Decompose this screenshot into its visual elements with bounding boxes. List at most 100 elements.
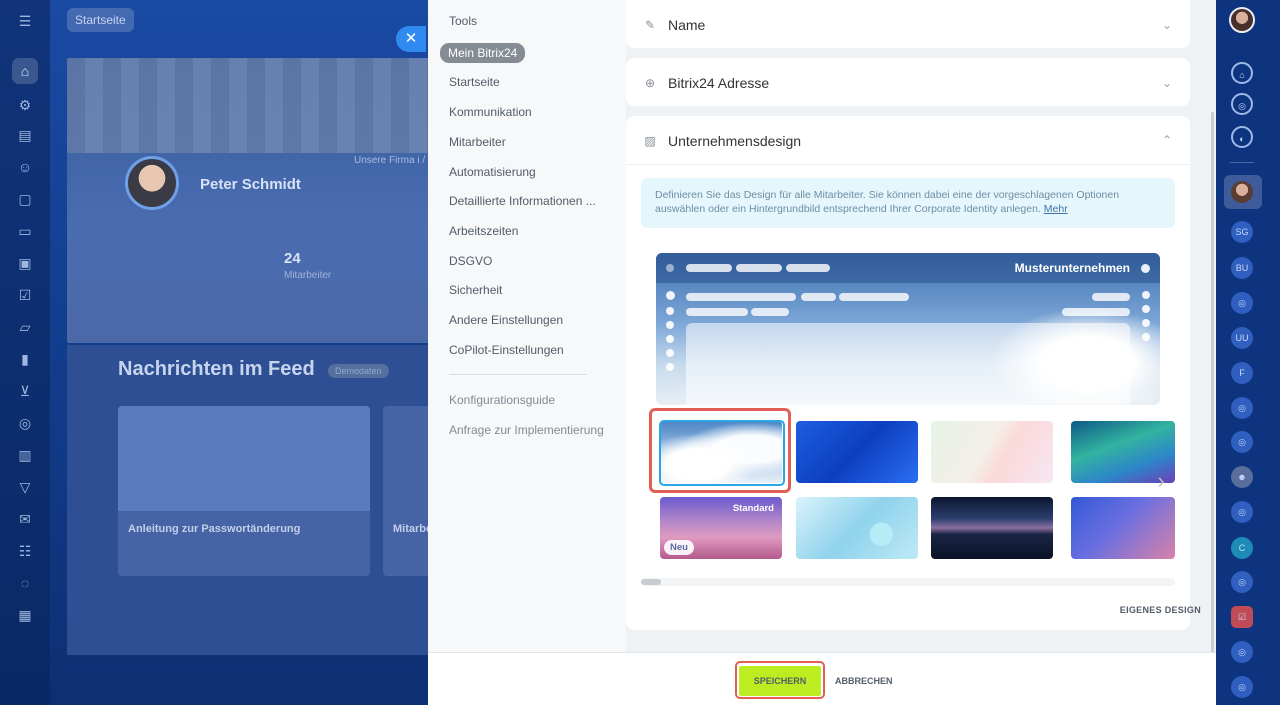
feed-title: Nachrichten im Feed <box>118 358 315 380</box>
menu-icon <box>666 264 674 272</box>
chevron-down-icon[interactable]: ⌄ <box>1162 76 1172 90</box>
nav-item-konfigurationsguide[interactable]: Konfigurationsguide <box>449 393 555 407</box>
design-option-pastel[interactable] <box>931 421 1053 483</box>
design-info-box: Definieren Sie das Design für alle Mitar… <box>641 178 1175 228</box>
user-avatar[interactable] <box>1229 7 1255 33</box>
group-icon[interactable]: ☷ <box>16 542 34 560</box>
bot-icon[interactable]: ☻ <box>1231 466 1253 488</box>
chat-group-icon[interactable]: ◎ <box>1231 397 1253 419</box>
preview-title: Musterunternehmen <box>1014 261 1130 275</box>
design-option-gradient[interactable] <box>1071 497 1175 559</box>
chat-avatar[interactable]: BU <box>1231 257 1253 279</box>
breadcrumb-home[interactable]: Startseite <box>67 8 134 32</box>
feed-tile-title: Anleitung zur Passwortänderung <box>128 523 301 535</box>
cart-icon[interactable]: ⊻ <box>16 382 34 400</box>
chat-group-icon[interactable]: ◎ <box>1231 676 1253 698</box>
nav-item-mein-bitrix24[interactable]: Mein Bitrix24 <box>440 43 526 63</box>
mail-icon[interactable]: ✉ <box>16 510 34 528</box>
settings-content: ✎ Name ⌄ ⊕ Bitrix24 Adresse ⌄ ▨ Unterneh… <box>626 0 1216 652</box>
design-option-lake[interactable] <box>931 497 1053 559</box>
profile-description: Unsere Firma i / Wert auf innov / an Pro… <box>354 155 434 166</box>
avatar <box>125 156 179 210</box>
copilot-icon[interactable]: ◎ <box>1231 93 1253 115</box>
save-button[interactable]: SPEICHERN <box>739 666 821 696</box>
divider <box>626 164 1190 165</box>
chat-group-icon[interactable]: ◎ <box>1231 431 1253 453</box>
nav-item-arbeitszeiten[interactable]: Arbeitszeiten <box>449 224 518 238</box>
employee-count: 24 <box>284 250 301 267</box>
design-option-drops[interactable] <box>796 497 918 559</box>
globe-icon: ⊕ <box>644 76 656 90</box>
menu-icon[interactable]: ☰ <box>16 12 34 30</box>
nav-item-startseite[interactable]: Startseite <box>449 75 500 89</box>
home-icon[interactable]: ⌂ <box>12 58 38 84</box>
chat-avatar[interactable]: UU <box>1231 327 1253 349</box>
chat-group-icon[interactable]: ◎ <box>1231 571 1253 593</box>
bell-icon[interactable]: ⌂ <box>1231 62 1253 84</box>
section-address[interactable]: ⊕ Bitrix24 Adresse ⌄ <box>626 58 1190 106</box>
nav-item-tools[interactable]: Tools <box>449 14 477 28</box>
employee-label: Mitarbeiter <box>284 270 332 281</box>
nav-item-anfrage-implementierung[interactable]: Anfrage zur Implementierung <box>449 423 604 437</box>
storage-icon[interactable]: ▭ <box>16 222 34 240</box>
chevron-down-icon[interactable]: ⌄ <box>1162 18 1172 32</box>
monitor-icon[interactable]: ▣ <box>16 254 34 272</box>
document-icon[interactable]: ▤ <box>16 126 34 144</box>
nav-item-kommunikation[interactable]: Kommunikation <box>449 105 532 119</box>
section-name[interactable]: ✎ Name ⌄ <box>626 0 1190 48</box>
next-arrow-icon[interactable]: › <box>1148 468 1174 494</box>
more-link[interactable]: Mehr <box>1044 203 1068 215</box>
chat-group-icon[interactable]: ◎ <box>1231 292 1253 314</box>
section-design-title: Unternehmensdesign <box>668 133 802 149</box>
file-icon[interactable]: ▢ <box>16 190 34 208</box>
nav-divider <box>449 374 587 375</box>
design-option-flowers[interactable]: Standard Neu <box>660 497 782 559</box>
close-button[interactable]: ✕ <box>396 26 426 52</box>
selected-indicator <box>659 420 785 486</box>
own-design-button[interactable]: EIGENES DESIGN <box>1120 605 1201 615</box>
design-option-blue[interactable] <box>796 421 918 483</box>
standard-tag: Standard <box>732 503 774 514</box>
profile-name: Peter Schmidt <box>200 176 301 193</box>
nav-item-sicherheit[interactable]: Sicherheit <box>449 283 502 297</box>
close-icon: ✕ <box>404 30 418 47</box>
image-icon: ▨ <box>644 134 656 148</box>
chat-avatar[interactable] <box>1231 181 1253 203</box>
settings-panel: Tools Mein Bitrix24 Startseite Kommunika… <box>428 0 1216 705</box>
nav-item-detaillierte-informationen[interactable]: Detaillierte Informationen ... <box>449 194 596 208</box>
filter-icon[interactable]: ▽ <box>16 478 34 496</box>
target-icon[interactable]: ◎ <box>16 414 34 432</box>
settings-icon[interactable]: ⚙ <box>16 96 34 114</box>
chat-icon[interactable]: ▱ <box>16 318 34 336</box>
chevron-up-icon[interactable]: ⌃ <box>1162 133 1172 147</box>
nav-item-mitarbeiter[interactable]: Mitarbeiter <box>449 135 506 149</box>
globe-icon[interactable]: ◌ <box>16 574 34 592</box>
feed-tile <box>118 406 370 576</box>
chat-avatar[interactable]: F <box>1231 362 1253 384</box>
search-chat-icon[interactable]: ◐ <box>1231 126 1253 148</box>
nav-item-andere-einstellungen[interactable]: Andere Einstellungen <box>449 313 563 327</box>
section-design-header[interactable]: ▨ Unternehmensdesign <box>644 133 801 149</box>
nav-item-automatisierung[interactable]: Automatisierung <box>449 165 536 179</box>
pen-icon: ✎ <box>644 18 656 32</box>
analytics-icon[interactable]: ▮ <box>16 350 34 368</box>
cancel-button[interactable]: ABBRECHEN <box>829 666 899 696</box>
shop-icon[interactable]: ▥ <box>16 446 34 464</box>
section-address-title: Bitrix24 Adresse <box>668 75 770 91</box>
thumbnail-scrollbar[interactable] <box>641 578 1175 586</box>
task-icon[interactable]: ☑ <box>16 286 34 304</box>
chat-group-icon[interactable]: ◎ <box>1231 501 1253 523</box>
section-name-title: Name <box>668 17 706 33</box>
chat-group-icon[interactable]: ◎ <box>1231 641 1253 663</box>
nav-item-dsgvo[interactable]: DSGVO <box>449 254 492 268</box>
chat-avatar[interactable]: C <box>1231 537 1253 559</box>
panel-scrollbar[interactable] <box>1211 112 1214 702</box>
task-icon[interactable]: ☑ <box>1231 606 1253 628</box>
left-rail: ☰ ⌂ ⚙ ▤ ☺ ▢ ▭ ▣ ☑ ▱ ▮ ⊻ ◎ ▥ ▽ ✉ ☷ ◌ ▦ <box>0 0 50 705</box>
nav-item-copilot-einstellungen[interactable]: CoPilot-Einstellungen <box>449 343 564 357</box>
calendar-icon[interactable]: ▦ <box>16 606 34 624</box>
demo-badge: Demodaten <box>328 364 389 378</box>
settings-nav: Tools Mein Bitrix24 Startseite Kommunika… <box>428 0 626 652</box>
chat-avatar[interactable]: SG <box>1231 221 1253 243</box>
users-icon[interactable]: ☺ <box>16 158 34 176</box>
